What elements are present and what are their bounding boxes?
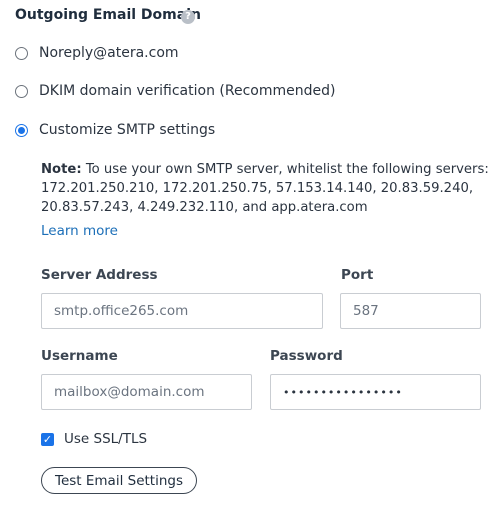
learn-more-link[interactable]: Learn more xyxy=(41,223,118,239)
password-label: Password xyxy=(270,348,343,364)
radio-dkim[interactable]: DKIM domain verification (Recommended) xyxy=(15,81,335,101)
username-input[interactable]: mailbox@domain.com xyxy=(41,374,252,410)
ssl-tls-checkbox[interactable]: ✓ xyxy=(41,432,54,446)
radio-dkim-button[interactable] xyxy=(15,84,28,98)
test-email-settings-button[interactable]: Test Email Settings xyxy=(41,467,197,494)
note-text: To use your own SMTP server, whitelist t… xyxy=(41,162,489,215)
radio-noreply-label: Noreply@atera.com xyxy=(39,45,179,61)
port-input[interactable]: 587 xyxy=(340,293,481,329)
note-prefix: Note: xyxy=(41,162,82,177)
port-label: Port xyxy=(341,267,374,283)
radio-dkim-label: DKIM domain verification (Recommended) xyxy=(39,83,336,99)
section-title: Outgoing Email Domain xyxy=(15,7,201,23)
help-icon[interactable]: ? xyxy=(181,10,195,24)
ssl-tls-label: Use SSL/TLS xyxy=(64,431,148,447)
username-label: Username xyxy=(41,348,118,364)
ssl-tls-toggle[interactable]: ✓ Use SSL/TLS xyxy=(41,429,147,449)
radio-custom-smtp-label: Customize SMTP settings xyxy=(39,122,216,138)
radio-noreply[interactable]: Noreply@atera.com xyxy=(15,43,179,63)
radio-custom-smtp[interactable]: Customize SMTP settings xyxy=(15,120,215,140)
server-address-input[interactable]: smtp.office265.com xyxy=(41,293,323,329)
smtp-note: Note: To use your own SMTP server, white… xyxy=(41,160,491,217)
password-input[interactable]: •••••••••••••••• xyxy=(270,374,481,410)
radio-noreply-button[interactable] xyxy=(15,46,28,60)
radio-custom-smtp-button[interactable] xyxy=(15,123,28,137)
server-address-label: Server Address xyxy=(41,267,158,283)
